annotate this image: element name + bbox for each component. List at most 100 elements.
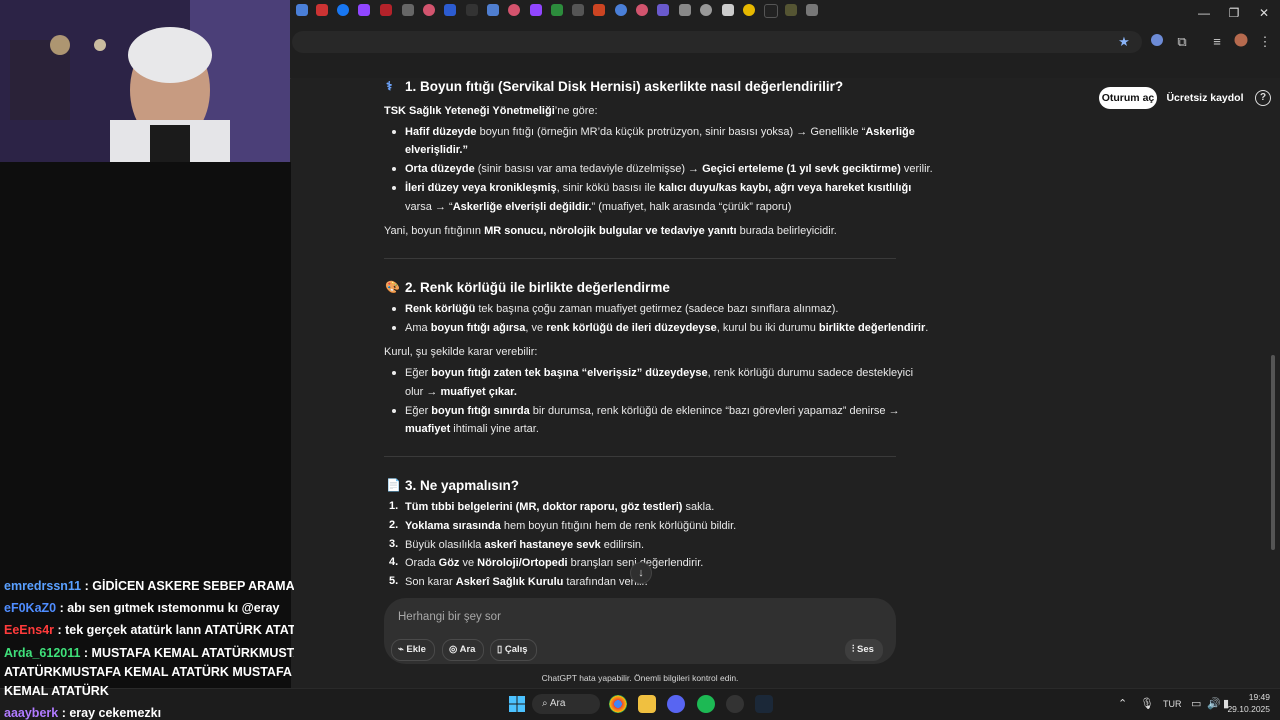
volume-icon[interactable]: 🔊	[1207, 697, 1221, 710]
list-number: 2.	[389, 519, 399, 531]
menu-kebab-icon[interactable]: ⋮	[1256, 33, 1274, 51]
study-button[interactable]: ▯ Çalış	[490, 639, 537, 661]
bookmark-icon[interactable]	[700, 4, 712, 16]
text: , sinir kökü basısı ile	[556, 182, 659, 194]
bookmark-icon[interactable]	[722, 4, 734, 16]
divider	[384, 258, 896, 259]
close-button[interactable]: ✕	[1254, 4, 1274, 22]
reading-list-icon[interactable]: ≡	[1208, 33, 1226, 51]
bookmark-icon[interactable]	[444, 4, 456, 16]
voice-button[interactable]: ⫶ Ses	[845, 639, 883, 661]
network-icon[interactable]: ▭	[1191, 697, 1201, 710]
text: burada belirleyicidir.	[736, 225, 837, 237]
bookmark-icon[interactable]	[657, 4, 669, 16]
taskbar-search[interactable]: ⌕ Ara	[532, 694, 600, 714]
bullet	[392, 186, 396, 190]
list-number: 1.	[389, 500, 399, 512]
clock-time[interactable]: 19:49	[1230, 692, 1270, 702]
address-bar[interactable]	[292, 31, 1142, 53]
screen: — ❐ ✕ ★ ⧉ ≡ ⋮ Oturum aç Ücretsiz kaydol …	[0, 0, 1280, 720]
bookmark-icon[interactable]	[466, 4, 478, 16]
file-explorer-icon[interactable]	[638, 695, 656, 713]
bookmark-icon[interactable]	[487, 4, 499, 16]
voice-label: Ses	[857, 644, 874, 655]
login-button[interactable]: Oturum aç	[1099, 87, 1157, 109]
bookmark-icon[interactable]	[572, 4, 584, 16]
bookmark-icon[interactable]	[679, 4, 691, 16]
help-icon[interactable]: ?	[1255, 90, 1271, 106]
obs-icon[interactable]	[726, 695, 744, 713]
webcam-overlay	[0, 0, 290, 162]
chat-text: : MUSTAFA KEMAL ATATÜRKMUSTA	[80, 646, 294, 660]
bullet	[392, 167, 396, 171]
clock-date[interactable]: 29.10.2025	[1222, 704, 1270, 714]
steam-icon[interactable]	[755, 695, 773, 713]
caduceus-icon: ⚕	[386, 79, 393, 93]
maximize-button[interactable]: ❐	[1224, 4, 1244, 22]
text: Eğer	[405, 405, 432, 417]
bullet	[392, 307, 396, 311]
bookmark-icon[interactable]	[508, 4, 520, 16]
extensions-puzzle-icon[interactable]: ⧉	[1173, 33, 1191, 51]
chat-username[interactable]: Arda_612011	[4, 646, 80, 660]
chat-username[interactable]: EeEns4r	[4, 623, 54, 637]
scroll-down-arrow-icon[interactable]: ↓	[630, 562, 652, 584]
bold-text: elverişlidir.”	[405, 144, 468, 156]
discord-icon[interactable]	[667, 695, 685, 713]
bold-text: İleri düzey veya kronikleşmiş	[405, 182, 557, 194]
facebook-icon[interactable]	[337, 4, 349, 16]
profile-avatar-icon[interactable]	[1232, 33, 1250, 51]
s1-bullet3-line1: İleri düzey veya kronikleşmiş, sinir kök…	[405, 181, 911, 195]
twitch-icon[interactable]	[358, 4, 370, 16]
s2-bullet1: Renk körlüğü tek başına çoğu zaman muafi…	[405, 302, 838, 316]
text: sakla.	[682, 501, 715, 513]
extension-icon[interactable]	[1148, 33, 1166, 51]
bookmark-icon[interactable]	[423, 4, 435, 16]
bookmark-icon[interactable]	[402, 4, 414, 16]
minimize-button[interactable]: —	[1194, 4, 1214, 22]
bookmark-icon[interactable]	[316, 4, 328, 16]
scrollbar-thumb[interactable]	[1271, 355, 1275, 550]
bold-text: Nöroloji/Ortopedi	[477, 557, 568, 569]
bookmark-icon[interactable]	[764, 4, 778, 18]
bookmark-icon[interactable]	[615, 4, 627, 16]
list-item: Orada Göz ve Nöroloji/Ortopedi branşları…	[405, 556, 703, 570]
text: verilir.	[900, 163, 933, 175]
composer-input[interactable]: Herhangi bir şey sor	[398, 611, 501, 623]
bookmark-icon[interactable]	[785, 4, 797, 16]
bookmark-icon[interactable]	[806, 4, 818, 16]
chrome-icon[interactable]	[609, 695, 627, 713]
chat-message: Arda_612011 : MUSTAFA KEMAL ATATÜRKMUSTA	[4, 645, 294, 661]
windows-start-icon[interactable]	[509, 696, 525, 712]
bold-text: muafiyet	[405, 423, 451, 435]
search-button[interactable]: ◎ Ara	[442, 639, 485, 661]
chevron-up-icon[interactable]: ⌃	[1118, 697, 1127, 710]
spotify-icon[interactable]	[697, 695, 715, 713]
chat-username[interactable]: eF0KaZ0	[4, 601, 56, 615]
bold-text: boyun fıtığı sınırda	[431, 405, 530, 417]
microphone-icon[interactable]: 🎙	[1140, 697, 1154, 710]
bookmark-icon[interactable]	[636, 4, 648, 16]
text: varsa → “	[405, 201, 453, 213]
document-icon: 📄	[386, 478, 401, 492]
text: bir durumsa, renk körlüğü de eklenince “…	[529, 405, 900, 417]
bold-text: MR sonucu, nörolojik bulgular ve tedaviy…	[484, 225, 737, 237]
chat-username[interactable]: aaayberk	[4, 706, 58, 720]
add-button[interactable]: ⌁ Ekle	[391, 639, 435, 661]
bookmark-star-icon[interactable]: ★	[1115, 33, 1133, 51]
text: .	[925, 322, 929, 334]
chat-username[interactable]: emredrssn11	[4, 579, 81, 593]
bookmark-icon[interactable]	[296, 4, 308, 16]
bold-text: Tüm tıbbi belgelerini (MR, doktor raporu…	[405, 501, 683, 513]
twitch-icon[interactable]	[530, 4, 542, 16]
signup-button[interactable]: Ücretsiz kaydol	[1166, 87, 1244, 109]
section2-heading: 2. Renk körlüğü ile birlikte değerlendir…	[405, 280, 670, 295]
language-indicator[interactable]: TUR	[1163, 699, 1182, 709]
bookmark-icon[interactable]	[380, 4, 392, 16]
bookmark-icon[interactable]	[593, 4, 605, 16]
s2-bullet4-line1: Eğer boyun fıtığı sınırda bir durumsa, r…	[405, 404, 900, 418]
bookmark-icon[interactable]	[743, 4, 755, 16]
bookmark-icon[interactable]	[551, 4, 563, 16]
bold-text: Göz	[438, 557, 460, 569]
globe-icon: ◎	[449, 644, 458, 655]
